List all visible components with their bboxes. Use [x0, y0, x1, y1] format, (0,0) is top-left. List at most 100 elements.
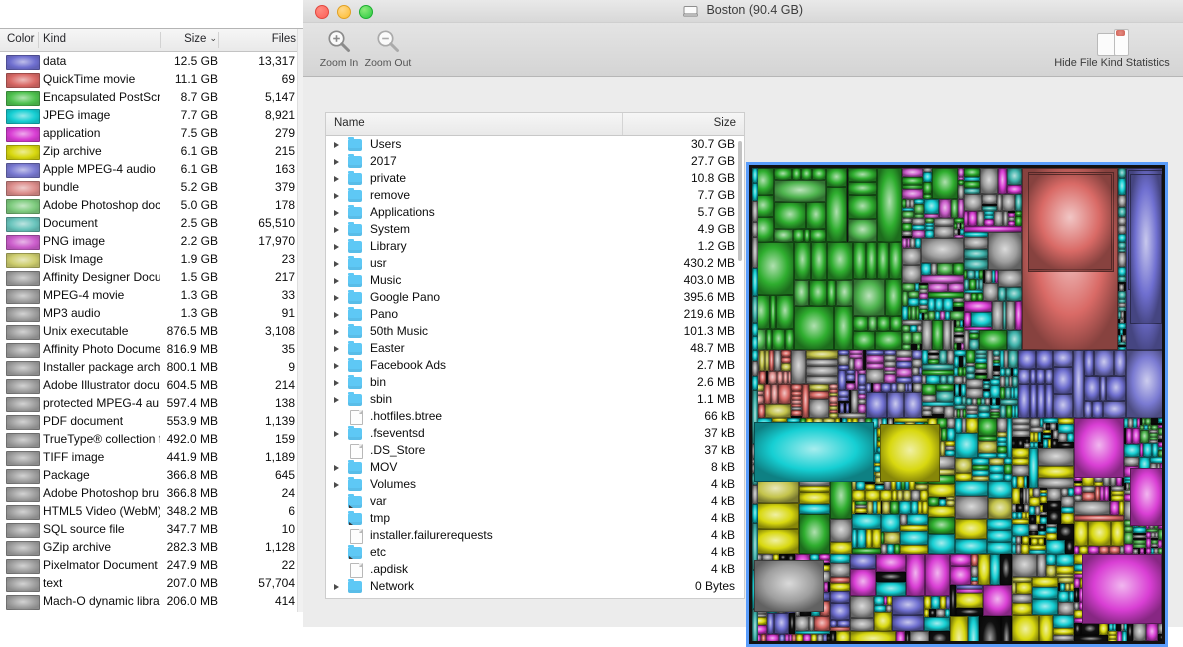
- treemap-cell[interactable]: [955, 473, 972, 481]
- treemap-cell[interactable]: [928, 506, 955, 516]
- treemap-cell[interactable]: [937, 263, 953, 275]
- treemap-cell[interactable]: [1032, 577, 1059, 587]
- treemap-cell[interactable]: [1030, 384, 1037, 418]
- treemap-cell[interactable]: [939, 199, 951, 218]
- treemap-cell[interactable]: [838, 370, 846, 390]
- treemap-cell[interactable]: [1016, 582, 1032, 593]
- treemap-cell[interactable]: [902, 332, 912, 344]
- treemap-cell[interactable]: [1045, 369, 1053, 385]
- treemap-cell[interactable]: [928, 517, 955, 535]
- treemap-cell[interactable]: [1031, 538, 1038, 545]
- treemap-cell[interactable]: [1058, 433, 1067, 442]
- disclosure-triangle-icon[interactable]: [334, 159, 339, 165]
- treemap-cell[interactable]: [884, 532, 900, 544]
- treemap-cell[interactable]: [1118, 291, 1126, 299]
- treemap-cell[interactable]: [795, 616, 809, 631]
- treemap-cell[interactable]: [997, 446, 1007, 453]
- treemap-cell[interactable]: [836, 631, 849, 641]
- treemap-cell[interactable]: [866, 392, 887, 418]
- treemap-cell[interactable]: [964, 301, 992, 312]
- disclosure-triangle-icon[interactable]: [334, 380, 339, 386]
- treemap-cell[interactable]: [950, 616, 969, 641]
- treemap-cell[interactable]: [1146, 623, 1158, 641]
- treemap-cell[interactable]: [988, 481, 1012, 499]
- treemap-cell[interactable]: [1124, 444, 1140, 457]
- treemap-cell[interactable]: [964, 237, 988, 250]
- treemap-cell[interactable]: [912, 230, 924, 238]
- treemap-cell[interactable]: [1118, 242, 1126, 249]
- treemap-cell[interactable]: [1140, 430, 1149, 443]
- treemap-cell[interactable]: [1124, 457, 1139, 466]
- treemap-cell[interactable]: [987, 542, 1012, 554]
- treemap-cell[interactable]: [810, 229, 827, 242]
- treemap-cell[interactable]: [932, 406, 943, 414]
- treemap-cell[interactable]: [752, 323, 758, 337]
- treemap-cell[interactable]: [752, 296, 758, 323]
- disclosure-triangle-icon[interactable]: [334, 312, 339, 318]
- zoom-out-button[interactable]: Zoom Out: [359, 26, 417, 69]
- treemap-cell[interactable]: [1081, 623, 1099, 634]
- treemap-cell[interactable]: [857, 529, 865, 548]
- treemap-cell[interactable]: [955, 433, 977, 457]
- treemap-cell[interactable]: [911, 490, 920, 501]
- treemap-cell[interactable]: [866, 242, 878, 280]
- treemap-cell[interactable]: [1046, 533, 1057, 540]
- treemap-cell[interactable]: [1088, 546, 1099, 554]
- kind-row[interactable]: Adobe Photoshop doc5.0 GB178: [0, 196, 303, 214]
- treemap-cell[interactable]: [1126, 350, 1162, 418]
- treemap-cell[interactable]: [1036, 350, 1053, 369]
- treemap-cell[interactable]: [931, 596, 940, 609]
- treemap-cell[interactable]: [1118, 267, 1126, 276]
- file-row[interactable]: var4 kB: [326, 493, 744, 510]
- treemap-cell[interactable]: [774, 180, 826, 202]
- file-row[interactable]: private10.8 GB: [326, 170, 744, 187]
- treemap-cell[interactable]: [966, 388, 983, 398]
- treemap-cell[interactable]: [985, 270, 992, 283]
- treemap-cell[interactable]: [834, 306, 853, 350]
- treemap-cell[interactable]: [846, 374, 855, 381]
- treemap-cell[interactable]: [906, 554, 925, 596]
- treemap-cell[interactable]: [1002, 194, 1014, 211]
- disclosure-triangle-icon[interactable]: [334, 363, 339, 369]
- treemap-cell[interactable]: [924, 199, 939, 214]
- treemap-cell[interactable]: [929, 609, 936, 617]
- file-row[interactable]: Users30.7 GB: [326, 136, 744, 153]
- file-row[interactable]: Network0 Bytes: [326, 578, 744, 595]
- treemap-cell[interactable]: [923, 182, 932, 193]
- treemap-cell[interactable]: [969, 339, 979, 350]
- kind-row[interactable]: Encapsulated PostScr8.7 GB5,147: [0, 88, 303, 106]
- treemap-cell[interactable]: [990, 385, 1000, 397]
- column-header-name[interactable]: Name: [334, 117, 365, 129]
- treemap-cell[interactable]: [979, 616, 1001, 641]
- treemap-cell[interactable]: [921, 238, 964, 263]
- treemap-cell[interactable]: [1057, 524, 1074, 539]
- treemap-cell[interactable]: [912, 375, 922, 383]
- treemap-cell[interactable]: [994, 211, 1003, 226]
- treemap-cell[interactable]: [934, 218, 953, 227]
- treemap-cell[interactable]: [968, 616, 979, 641]
- file-row[interactable]: Library1.2 GB: [326, 238, 744, 255]
- treemap-cell[interactable]: [850, 618, 874, 632]
- treemap-cell[interactable]: [812, 168, 827, 180]
- treemap-cell[interactable]: [758, 404, 766, 418]
- treemap-cell[interactable]: [826, 187, 847, 242]
- treemap-cell[interactable]: [1118, 178, 1126, 195]
- treemap-cell[interactable]: [851, 390, 858, 413]
- treemap-cell[interactable]: [1124, 544, 1133, 554]
- treemap-cell[interactable]: [983, 391, 991, 398]
- treemap-cell[interactable]: [1158, 529, 1162, 540]
- treemap-cell[interactable]: [882, 501, 890, 515]
- treemap-cell[interactable]: [935, 298, 943, 311]
- treemap-cell[interactable]: [752, 350, 758, 361]
- treemap-cell[interactable]: [950, 585, 957, 616]
- disclosure-triangle-icon[interactable]: [334, 397, 339, 403]
- treemap-cell[interactable]: [1130, 468, 1162, 526]
- kind-row[interactable]: application7.5 GB279: [0, 124, 303, 142]
- treemap-cell[interactable]: [964, 293, 971, 301]
- treemap-cell[interactable]: [852, 490, 865, 501]
- treemap-cell[interactable]: [971, 554, 978, 566]
- treemap-cell[interactable]: [1046, 554, 1056, 565]
- treemap-cell[interactable]: [774, 229, 793, 242]
- treemap-cell[interactable]: [885, 279, 902, 315]
- treemap-cell[interactable]: [752, 222, 758, 237]
